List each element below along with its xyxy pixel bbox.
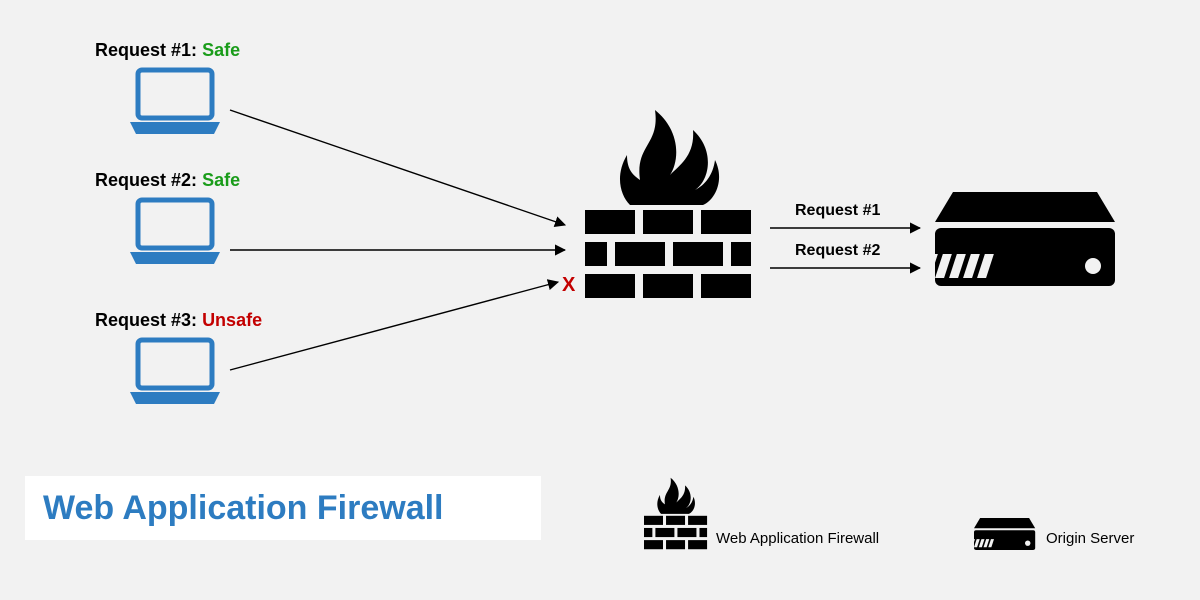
legend-waf-label: Web Application Firewall xyxy=(716,530,879,547)
request-2-label: Request #2: Safe xyxy=(95,170,240,191)
request-prefix: Request #1: xyxy=(95,40,197,60)
laptop-icon xyxy=(130,70,220,134)
request-3-label: Request #3: Unsafe xyxy=(95,310,262,331)
firewall-icon xyxy=(585,110,751,298)
request-1-label: Request #1: Safe xyxy=(95,40,240,61)
legend-server-label: Origin Server xyxy=(1046,530,1134,547)
laptop-icon xyxy=(130,200,220,264)
server-icon xyxy=(921,192,1115,286)
laptop-icon xyxy=(130,340,220,404)
legend-server-icon xyxy=(969,518,1035,550)
blocked-mark: X xyxy=(562,274,575,297)
diagram-title: Web Application Firewall xyxy=(43,489,444,528)
arrow-req3 xyxy=(230,282,558,370)
request-prefix: Request #3: xyxy=(95,310,197,330)
request-status: Safe xyxy=(202,170,240,190)
arrow-req1 xyxy=(230,110,565,225)
request-status: Safe xyxy=(202,40,240,60)
diagram-title-box: Web Application Firewall xyxy=(25,476,541,540)
request-status: Unsafe xyxy=(202,310,262,330)
legend-firewall-icon xyxy=(644,478,707,549)
passed-2-label: Request #2 xyxy=(795,242,880,260)
passed-1-label: Request #1 xyxy=(795,202,880,220)
request-prefix: Request #2: xyxy=(95,170,197,190)
